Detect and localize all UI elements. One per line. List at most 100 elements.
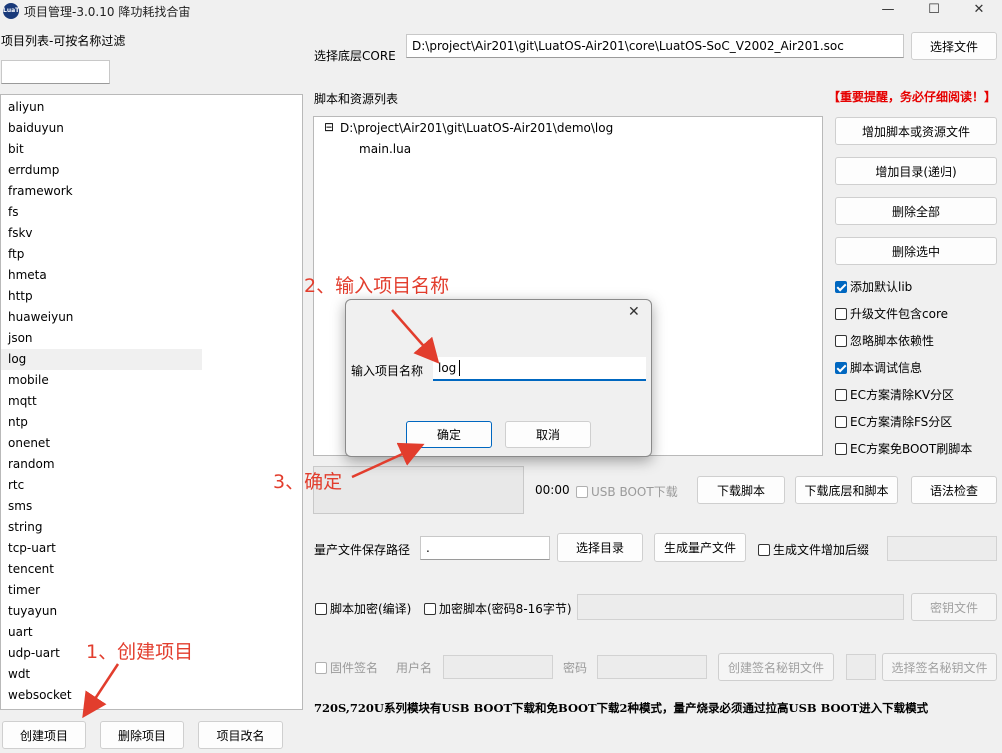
select-sign-key-button[interactable]: 选择签名秘钥文件 bbox=[882, 653, 997, 681]
delete-project-button[interactable]: 删除项目 bbox=[100, 721, 184, 749]
project-list-item[interactable]: rtc bbox=[1, 475, 302, 496]
project-list-item[interactable]: timer bbox=[1, 580, 302, 601]
generate-mass-file-button[interactable]: 生成量产文件 bbox=[654, 533, 746, 562]
core-label: 选择底层CORE bbox=[314, 49, 396, 63]
encrypt-script-checkbox[interactable]: 加密脚本(密码8-16字节) bbox=[424, 600, 572, 617]
delete-selected-button[interactable]: 删除选中 bbox=[835, 237, 997, 265]
usb-boot-label: USB BOOT下载 bbox=[591, 485, 678, 499]
core-path-input[interactable]: D:\project\Air201\git\LuatOS-Air201\core… bbox=[406, 34, 904, 58]
project-filter-input[interactable] bbox=[1, 60, 110, 84]
project-list-item[interactable]: hmeta bbox=[1, 265, 302, 286]
encrypt-password-input[interactable] bbox=[577, 594, 904, 620]
option-checkbox[interactable]: EC方案清除FS分区 bbox=[835, 413, 952, 430]
text-cursor bbox=[459, 360, 460, 376]
checkbox-box bbox=[424, 602, 436, 615]
firmware-sign-checkbox[interactable]: 固件签名 bbox=[315, 659, 378, 676]
project-list-item[interactable]: json bbox=[1, 328, 302, 349]
tree-root-item[interactable]: D:\project\Air201\git\LuatOS-Air201\demo… bbox=[340, 121, 613, 135]
add-suffix-checkbox[interactable]: 生成文件增加后缀 bbox=[758, 541, 869, 558]
project-name-input[interactable]: log bbox=[433, 357, 646, 381]
password-input[interactable] bbox=[597, 655, 707, 679]
add-directory-button[interactable]: 增加目录(递归) bbox=[835, 157, 997, 185]
syntax-check-button[interactable]: 语法检查 bbox=[911, 476, 997, 504]
project-list-item[interactable]: wdt bbox=[1, 664, 302, 685]
annotation-step3: 3、确定 bbox=[273, 471, 343, 493]
usb-boot-checkbox[interactable]: USB BOOT下载 bbox=[576, 483, 678, 500]
create-sign-key-button[interactable]: 创建签名秘钥文件 bbox=[718, 653, 834, 681]
dialog-close-icon[interactable]: ✕ bbox=[628, 304, 640, 320]
download-core-and-script-button[interactable]: 下载底层和脚本 bbox=[795, 476, 898, 504]
project-list-item[interactable]: bit bbox=[1, 139, 302, 160]
annotation-step2: 2、输入项目名称 bbox=[304, 275, 450, 297]
app-logo-icon: LuaT bbox=[3, 3, 19, 19]
project-list-item[interactable]: mobile bbox=[1, 370, 302, 391]
username-input[interactable] bbox=[443, 655, 553, 679]
project-list-item[interactable]: tencent bbox=[1, 559, 302, 580]
tree-file-item[interactable]: main.lua bbox=[359, 142, 411, 156]
project-list-item[interactable]: tuyayun bbox=[1, 601, 302, 622]
suffix-input[interactable] bbox=[887, 536, 997, 561]
project-list-item[interactable]: log bbox=[1, 349, 202, 370]
project-list-item[interactable]: tcp-uart bbox=[1, 538, 302, 559]
project-list-item[interactable]: random bbox=[1, 454, 302, 475]
option-checkbox[interactable]: EC方案免BOOT刷脚本 bbox=[835, 440, 972, 457]
download-script-button[interactable]: 下载脚本 bbox=[697, 476, 785, 504]
input-project-name-dialog: ✕ 输入项目名称 log 确定 取消 bbox=[345, 299, 652, 457]
add-file-button[interactable]: 增加脚本或资源文件 bbox=[835, 117, 997, 145]
project-list-label: 项目列表-可按名称过滤 bbox=[1, 34, 126, 48]
mass-path-label: 量产文件保存路径 bbox=[314, 543, 411, 557]
sign-key-path-input[interactable] bbox=[846, 654, 876, 680]
checkbox-box bbox=[835, 415, 847, 428]
create-project-button[interactable]: 创建项目 bbox=[2, 721, 86, 749]
checkbox-box bbox=[835, 307, 847, 320]
project-list[interactable]: aliyun baiduyun bit errdump framework fs fskv f… bbox=[0, 94, 303, 710]
option-label: EC方案清除KV分区 bbox=[850, 388, 955, 402]
project-list-item[interactable]: framework bbox=[1, 181, 302, 202]
project-list-item[interactable]: ntp bbox=[1, 412, 302, 433]
checkbox-box bbox=[835, 280, 847, 293]
project-list-item[interactable]: string bbox=[1, 517, 302, 538]
maximize-icon[interactable]: ☐ bbox=[911, 0, 957, 22]
option-checkbox[interactable]: 忽略脚本依赖性 bbox=[835, 332, 934, 349]
option-checkbox[interactable]: 添加默认lib bbox=[835, 278, 912, 295]
progress-bar bbox=[313, 466, 524, 514]
dialog-ok-button[interactable]: 确定 bbox=[406, 421, 492, 448]
option-checkbox[interactable]: 升级文件包含core bbox=[835, 305, 948, 322]
project-list-item[interactable]: huaweiyun bbox=[1, 307, 302, 328]
option-checkbox[interactable]: EC方案清除KV分区 bbox=[835, 386, 954, 403]
option-label: 升级文件包含core bbox=[850, 307, 948, 321]
project-list-item[interactable]: sms bbox=[1, 496, 302, 517]
key-file-button[interactable]: 密钥文件 bbox=[911, 593, 997, 621]
checkbox-box bbox=[835, 442, 847, 455]
project-name-value: log bbox=[438, 361, 457, 375]
project-list-item[interactable]: aliyun bbox=[1, 97, 302, 118]
tree-collapse-icon[interactable]: ⊟ bbox=[324, 120, 334, 134]
delete-all-button[interactable]: 删除全部 bbox=[835, 197, 997, 225]
dialog-cancel-button[interactable]: 取消 bbox=[505, 421, 591, 448]
project-list-item[interactable]: errdump bbox=[1, 160, 302, 181]
mass-path-input[interactable]: . bbox=[420, 536, 550, 560]
option-checkbox[interactable]: 脚本调试信息 bbox=[835, 359, 922, 376]
important-warning-link[interactable]: 【重要提醒，务必仔细阅读！】 bbox=[828, 88, 996, 105]
compile-encrypt-checkbox[interactable]: 脚本加密(编译) bbox=[315, 600, 411, 617]
checkbox-box bbox=[835, 388, 847, 401]
add-suffix-label: 生成文件增加后缀 bbox=[773, 543, 870, 557]
project-list-item[interactable]: fs bbox=[1, 202, 302, 223]
project-list-item[interactable]: ftp bbox=[1, 244, 302, 265]
project-list-item[interactable]: onenet bbox=[1, 433, 302, 454]
select-core-file-button[interactable]: 选择文件 bbox=[911, 32, 997, 60]
project-list-item[interactable]: baiduyun bbox=[1, 118, 302, 139]
project-list-item[interactable]: mqtt bbox=[1, 391, 302, 412]
window-title: 项目管理-3.0.10 降功耗找合宙 bbox=[24, 5, 191, 19]
minimize-icon[interactable]: — bbox=[865, 0, 911, 22]
option-label: 忽略脚本依赖性 bbox=[850, 334, 935, 348]
project-list-item[interactable]: fskv bbox=[1, 223, 302, 244]
option-label: 脚本调试信息 bbox=[850, 361, 923, 375]
rename-project-button[interactable]: 项目改名 bbox=[198, 721, 283, 749]
select-directory-button[interactable]: 选择目录 bbox=[557, 533, 643, 562]
project-list-item[interactable]: http bbox=[1, 286, 302, 307]
close-icon[interactable]: ✕ bbox=[956, 0, 1002, 22]
project-list-item[interactable]: websocket bbox=[1, 685, 302, 706]
username-label: 用户名 bbox=[396, 661, 433, 675]
encrypt-script-label: 加密脚本(密码8-16字节) bbox=[439, 602, 572, 616]
